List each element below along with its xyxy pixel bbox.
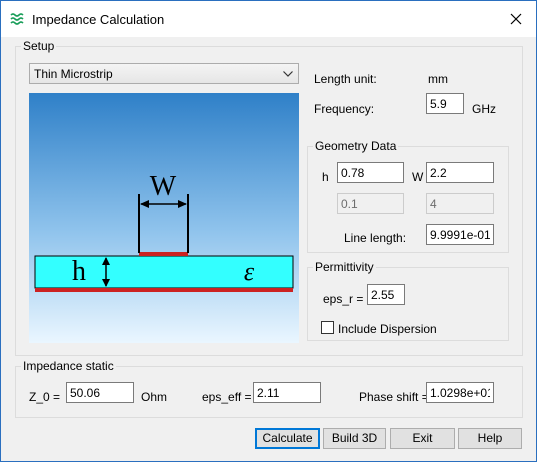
- w-label: W: [412, 170, 424, 184]
- diagram-background: [29, 93, 299, 343]
- window-title: Impedance Calculation: [32, 12, 165, 27]
- h-input[interactable]: [337, 162, 404, 183]
- h-secondary-input: [337, 193, 404, 214]
- h-label: h: [322, 170, 329, 184]
- geometry-legend: Geometry Data: [315, 139, 397, 153]
- w-secondary-input: [426, 193, 494, 214]
- build-3d-button[interactable]: Build 3D: [323, 428, 386, 449]
- ground-plane: [35, 288, 293, 292]
- z0-unit: Ohm: [141, 390, 168, 404]
- help-button[interactable]: Help: [458, 428, 522, 449]
- frequency-unit: GHz: [472, 102, 496, 116]
- setup-legend: Setup: [23, 39, 55, 53]
- length-unit-value: mm: [428, 72, 448, 86]
- close-button[interactable]: [496, 1, 536, 37]
- z0-label: Z_0 =: [29, 390, 61, 404]
- width-symbol: W: [150, 171, 177, 202]
- calculate-button[interactable]: Calculate: [255, 428, 320, 449]
- chevron-down-icon: [283, 71, 293, 77]
- permittivity-legend: Permittivity: [315, 260, 374, 274]
- title-bar: Impedance Calculation: [1, 1, 536, 37]
- permittivity-symbol: ε: [244, 257, 255, 286]
- eps-r-label: eps_r =: [323, 292, 364, 306]
- line-type-value: Thin Microstrip: [34, 67, 113, 81]
- include-dispersion-checkbox[interactable]: [321, 321, 334, 334]
- eps-eff-output[interactable]: [253, 382, 321, 403]
- phase-shift-label: Phase shift =: [359, 390, 429, 404]
- strip-conductor: [139, 252, 188, 256]
- z0-output[interactable]: [66, 382, 134, 403]
- microstrip-diagram: W h ε: [29, 93, 299, 343]
- line-length-label: Line length:: [344, 231, 407, 245]
- length-unit-label: Length unit:: [314, 72, 377, 86]
- height-symbol: h: [72, 256, 86, 287]
- w-input[interactable]: [426, 162, 494, 183]
- frequency-label: Frequency:: [314, 102, 375, 116]
- close-icon: [510, 13, 522, 25]
- exit-button[interactable]: Exit: [390, 428, 455, 449]
- app-wave-icon: [10, 13, 24, 25]
- frequency-input[interactable]: [426, 93, 464, 114]
- line-type-dropdown[interactable]: Thin Microstrip: [29, 63, 299, 84]
- impedance-dialog: Impedance Calculation Setup Thin Microst…: [0, 0, 537, 462]
- eps-r-input[interactable]: [367, 284, 405, 305]
- eps-eff-label: eps_eff =: [202, 390, 252, 404]
- impedance-legend: Impedance static: [23, 359, 114, 373]
- line-length-input[interactable]: [426, 224, 494, 245]
- phase-shift-output[interactable]: [426, 382, 494, 403]
- include-dispersion-label: Include Dispersion: [338, 322, 437, 336]
